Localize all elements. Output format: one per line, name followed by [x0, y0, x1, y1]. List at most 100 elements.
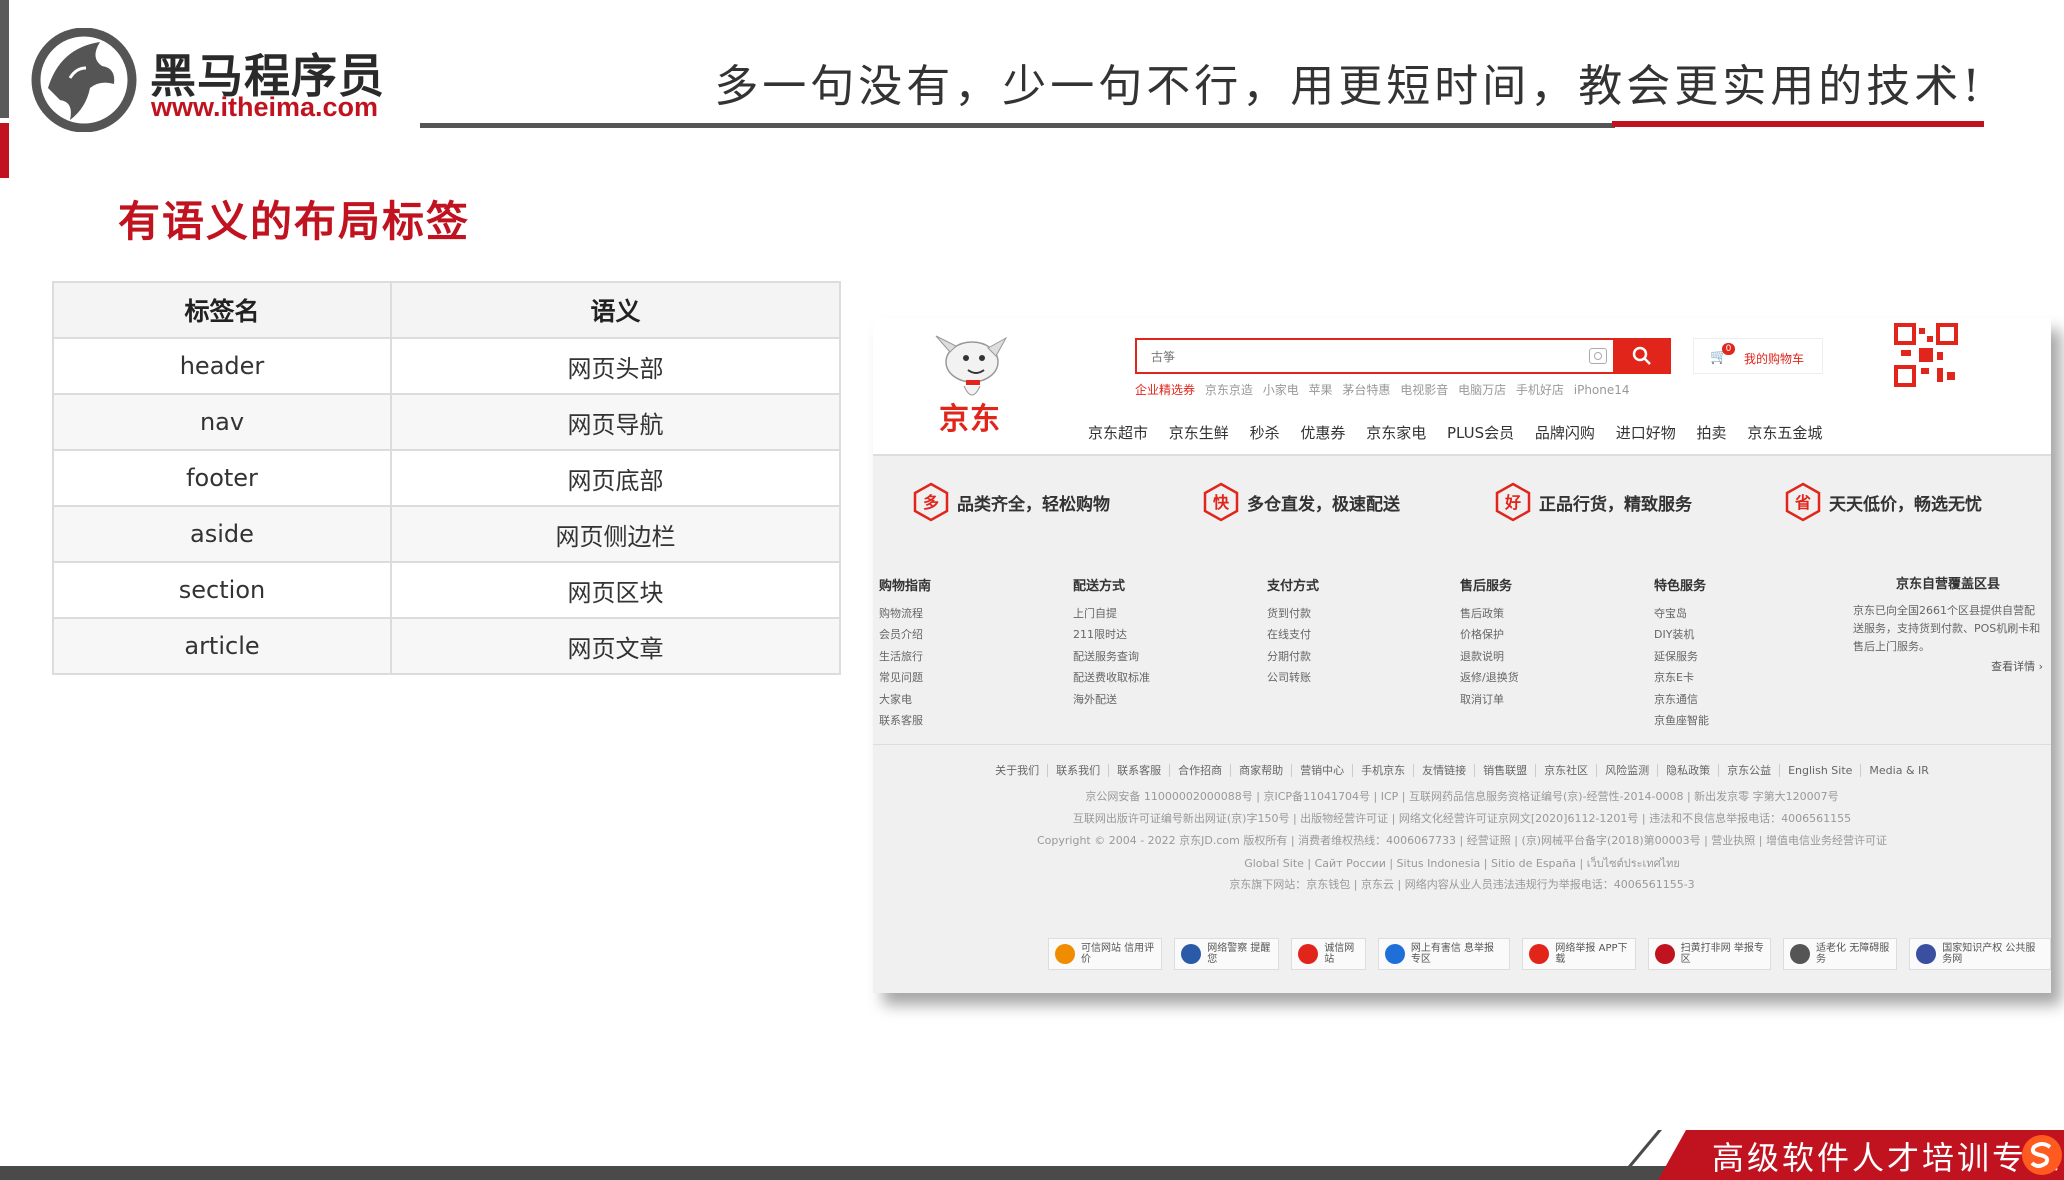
cert-badge[interactable]: 诚信网站: [1291, 938, 1366, 970]
guide-link[interactable]: 延保服务: [1654, 646, 1709, 668]
guide-link[interactable]: 配送费收取标准: [1073, 667, 1150, 689]
guide-column: 特色服务 夺宝岛 DIY装机 延保服务 京东E卡 京东通信 京鱼座智能: [1654, 576, 1709, 732]
cert-badge-icon: [1529, 944, 1550, 964]
tag-meaning-cell: 网页侧边栏: [390, 505, 841, 563]
cert-badge[interactable]: 扫黄打非网 举报专区: [1647, 938, 1772, 970]
jd-search-input[interactable]: 古筝: [1135, 338, 1623, 374]
nav-link[interactable]: 秒杀: [1250, 424, 1280, 442]
hexagon-badge-icon: 多: [913, 482, 949, 522]
guide-link[interactable]: 配送服务查询: [1073, 646, 1150, 668]
guide-link[interactable]: 公司转账: [1267, 667, 1319, 689]
footer-link[interactable]: 京东社区: [1535, 764, 1597, 777]
footer-link[interactable]: 手机京东: [1352, 764, 1414, 777]
guide-link[interactable]: 购物流程: [879, 603, 931, 625]
guide-link[interactable]: 夺宝岛: [1654, 603, 1709, 625]
svg-text:好: 好: [1504, 493, 1521, 512]
cert-badge-label: 网上有害信 息举报专区: [1410, 943, 1495, 965]
cert-badge-label: 网络警察 提醒您: [1207, 943, 1271, 965]
nav-link[interactable]: 京东五金城: [1747, 424, 1822, 442]
guide-link[interactable]: DIY装机: [1654, 624, 1709, 646]
cert-badge-label: 扫黄打非网 举报专区: [1680, 943, 1764, 965]
cert-badge-icon: [1916, 944, 1937, 964]
guide-link[interactable]: 京东通信: [1654, 689, 1709, 711]
hot-word-link[interactable]: 企业精选券: [1135, 383, 1195, 397]
footer-link[interactable]: 关于我们: [987, 764, 1047, 777]
qr-code-icon[interactable]: [1893, 322, 1959, 388]
column-header-meaning: 语义: [390, 281, 841, 339]
nav-link[interactable]: 京东家电: [1366, 424, 1426, 442]
footer-link[interactable]: 销售联盟: [1474, 764, 1536, 777]
guide-link[interactable]: 京鱼座智能: [1654, 710, 1709, 732]
guide-link[interactable]: 价格保护: [1460, 624, 1519, 646]
promise-label: 品类齐全，轻松购物: [957, 494, 1110, 515]
hot-word-link[interactable]: 手机好店: [1516, 383, 1564, 397]
camera-icon[interactable]: [1589, 348, 1607, 364]
hot-word-link[interactable]: 京东京造: [1205, 383, 1253, 397]
tag-name-cell: article: [52, 617, 392, 675]
footer-link[interactable]: English Site: [1779, 764, 1861, 777]
guide-link[interactable]: 会员介绍: [879, 624, 931, 646]
footer-link[interactable]: 风险监测: [1596, 764, 1658, 777]
footer-link[interactable]: 联系我们: [1047, 764, 1109, 777]
cert-badge[interactable]: 适老化 无障碍服务: [1783, 938, 1898, 970]
nav-link[interactable]: PLUS会员: [1447, 424, 1514, 442]
jd-cart-button[interactable]: 🛒 0 我的购物车: [1693, 338, 1823, 374]
footer-link[interactable]: 营销中心: [1291, 764, 1353, 777]
guide-link[interactable]: 货到付款: [1267, 603, 1319, 625]
guide-link[interactable]: 上门自提: [1073, 603, 1150, 625]
guide-link[interactable]: 分期付款: [1267, 646, 1319, 668]
cert-badge[interactable]: 网上有害信 息举报专区: [1377, 938, 1511, 970]
hot-word-link[interactable]: iPhone14: [1574, 383, 1630, 397]
promise-item: 省 天天低价，畅选无忧: [1785, 480, 1982, 524]
cert-badge[interactable]: 国家知识产权 公共服务网: [1909, 938, 2051, 970]
guide-link[interactable]: 海外配送: [1073, 689, 1150, 711]
nav-link[interactable]: 优惠券: [1300, 424, 1345, 442]
jd-page-screenshot: 京东 古筝 🛒 0 我的购物车 企业精选券 京东京造 小家电 苹果 茅台特惠 电…: [873, 318, 2051, 993]
cert-badge-icon: [1298, 944, 1319, 964]
footer-link[interactable]: Media & IR: [1860, 764, 1937, 777]
tag-name-cell: footer: [52, 449, 392, 507]
nav-link[interactable]: 品牌闪购: [1535, 424, 1595, 442]
cert-badge[interactable]: 网络警察 提醒您: [1174, 938, 1280, 970]
jd-header: 京东 古筝 🛒 0 我的购物车 企业精选券 京东京造 小家电 苹果 茅台特惠 电…: [873, 318, 2051, 454]
promise-label: 正品行货，精致服务: [1539, 494, 1692, 515]
guide-link[interactable]: 常见问题: [879, 667, 931, 689]
footer-link[interactable]: 隐私政策: [1657, 764, 1719, 777]
footer-link[interactable]: 友情链接: [1413, 764, 1475, 777]
tag-name-cell: header: [52, 337, 392, 395]
footer-link[interactable]: 京东公益: [1718, 764, 1780, 777]
nav-link[interactable]: 京东生鲜: [1169, 424, 1229, 442]
footer-link[interactable]: 商家帮助: [1230, 764, 1292, 777]
hot-word-link[interactable]: 电视影音: [1400, 383, 1448, 397]
footer-link[interactable]: 合作招商: [1169, 764, 1231, 777]
guide-link[interactable]: 退款说明: [1460, 646, 1519, 668]
hot-word-link[interactable]: 小家电: [1263, 383, 1299, 397]
guide-link[interactable]: 返修/退换货: [1460, 667, 1519, 689]
cert-badge[interactable]: 可信网站 信用评价: [1048, 938, 1163, 970]
nav-link[interactable]: 京东超市: [1088, 424, 1148, 442]
guide-link[interactable]: 211限时达: [1073, 624, 1150, 646]
license-info-line: 京公网安备 11000002000088号 | 京ICP备11041704号 |…: [1085, 790, 1839, 803]
guide-title: 特色服务: [1654, 579, 1707, 594]
jd-search-button[interactable]: [1613, 338, 1671, 374]
cert-badge[interactable]: 网络举报 APP下载: [1522, 938, 1636, 970]
hot-word-link[interactable]: 茅台特惠: [1342, 383, 1390, 397]
guide-link[interactable]: 售后政策: [1460, 603, 1519, 625]
footer-link[interactable]: 联系客服: [1108, 764, 1170, 777]
guide-link[interactable]: 联系客服: [879, 710, 931, 732]
guide-link[interactable]: 京东E卡: [1654, 667, 1709, 689]
jd-logo[interactable]: 京东: [939, 394, 1001, 438]
guide-link[interactable]: 大家电: [879, 689, 931, 711]
hexagon-badge-icon: 省: [1785, 482, 1821, 522]
hot-word-link[interactable]: 电脑万店: [1458, 383, 1506, 397]
hot-word-link[interactable]: 苹果: [1309, 383, 1333, 397]
nav-link[interactable]: 进口好物: [1616, 424, 1676, 442]
guide-link[interactable]: 在线支付: [1267, 624, 1319, 646]
nav-link[interactable]: 拍卖: [1697, 424, 1727, 442]
coverage-more-link[interactable]: 查看详情 ›: [1853, 658, 2043, 676]
guide-link[interactable]: 生活旅行: [879, 646, 931, 668]
table-row: article 网页文章: [52, 617, 841, 675]
cert-badge-icon: [1181, 944, 1202, 964]
footer-tab-edge: [1628, 1130, 1662, 1166]
guide-link[interactable]: 取消订单: [1460, 689, 1519, 711]
